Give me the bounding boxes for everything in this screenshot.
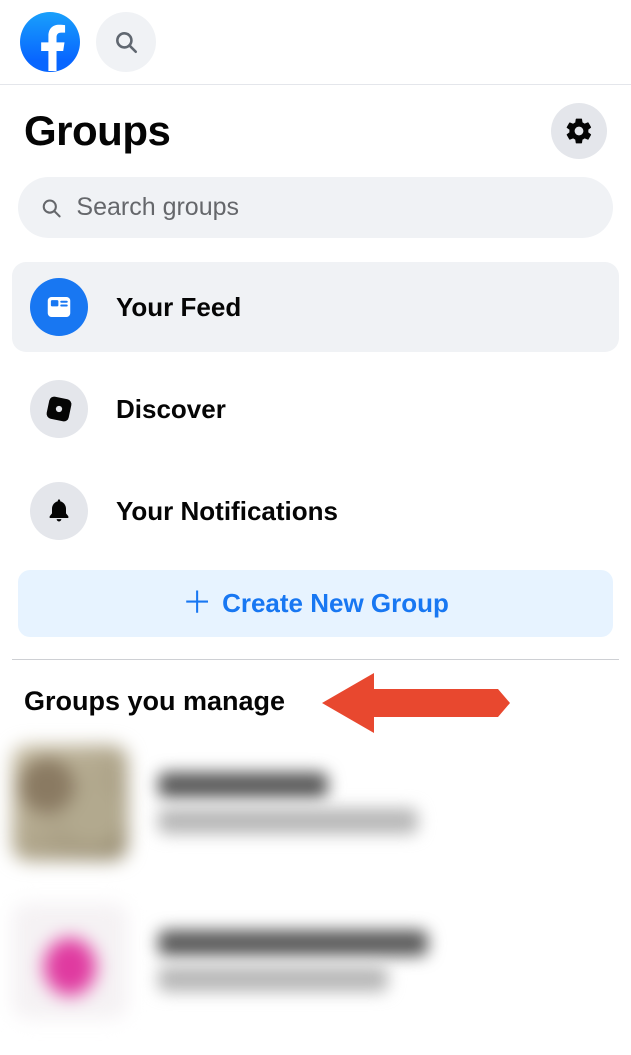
page-title: Groups [24,107,170,155]
group-name-blurred [158,772,328,798]
compass-icon [30,380,88,438]
search-groups-field[interactable] [18,177,613,238]
nav-label: Your Feed [116,292,241,323]
create-button-label: Create New Group [222,588,449,619]
nav-your-feed[interactable]: Your Feed [12,262,619,352]
group-meta-blurred [158,966,388,992]
managed-groups-list [12,721,619,1055]
search-icon [113,29,139,55]
nav-discover[interactable]: Discover [12,364,619,454]
page-header: Groups [12,95,619,177]
feed-icon [30,278,88,336]
group-item[interactable] [12,897,613,1055]
settings-button[interactable] [551,103,607,159]
search-groups-input[interactable] [76,193,591,222]
search-icon [40,196,62,220]
group-meta-blurred [158,808,418,834]
group-text [158,930,428,992]
facebook-f-icon [21,13,79,71]
top-bar [0,0,631,85]
nav-label: Your Notifications [116,496,338,527]
search-button[interactable] [96,12,156,72]
nav-notifications[interactable]: Your Notifications [12,466,619,556]
group-item[interactable] [12,739,613,897]
group-name-blurred [158,930,428,956]
group-thumbnail [12,903,128,1019]
facebook-logo[interactable] [20,12,80,72]
nav-label: Discover [116,394,226,425]
group-thumbnail [12,745,128,861]
group-text [158,772,418,834]
groups-you-manage-heading: Groups you manage [12,660,619,721]
create-new-group-button[interactable]: ＋ Create New Group [18,570,613,637]
bell-icon [30,482,88,540]
plus-icon: ＋ [182,589,212,619]
gear-icon [564,116,594,146]
